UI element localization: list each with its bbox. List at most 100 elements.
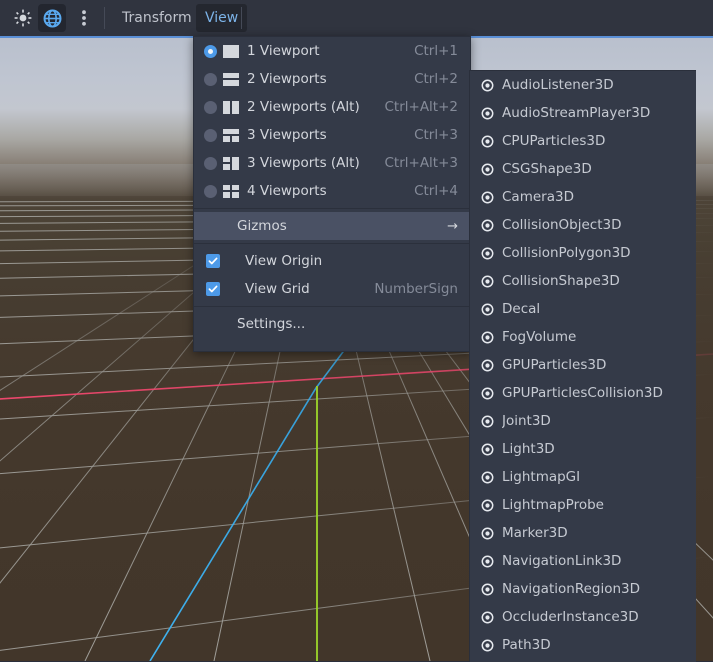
layout-l3-icon [223,156,239,170]
node3d-target-icon [481,331,494,344]
node3d-target-icon [481,415,494,428]
node-list-item-label: Path3D [502,637,551,653]
layout-q4-icon [223,184,239,198]
node-list-item[interactable]: Path3D [470,631,696,659]
node3d-target-icon [481,219,494,232]
node3d-target-icon [481,275,494,288]
menu-item-label: 1 Viewport [247,43,320,59]
node3d-target-icon [481,639,494,652]
node3d-target-icon [481,611,494,624]
menu-item-accel: Ctrl+3 [414,127,458,143]
menu-item-2-viewports-alt[interactable]: 2 Viewports (Alt) Ctrl+Alt+2 [194,93,470,121]
node-list-item[interactable]: OccluderInstance3D [470,603,696,631]
node3d-target-icon [481,247,494,260]
menu-item-accel: NumberSign [374,281,458,297]
viewport-y-axis [316,386,318,661]
node-list-item[interactable]: Camera3D [470,183,696,211]
node-list-item[interactable]: NavigationLink3D [470,547,696,575]
node-list-item-label: CollisionPolygon3D [502,245,631,261]
toolbar-separator [104,7,105,29]
node-list: AudioListener3D AudioStreamPlayer3D CPUPar… [470,71,696,659]
node-list-item[interactable]: LightmapProbe [470,491,696,519]
menu-separator [194,243,470,244]
menu-item-accel: Ctrl+1 [414,43,458,59]
node-list-item[interactable]: CPUParticles3D [470,127,696,155]
node3d-target-icon [481,303,494,316]
node-list-item-label: AudioStreamPlayer3D [502,105,651,121]
node3d-target-icon [481,527,494,540]
menu-item-label: 4 Viewports [247,183,327,199]
node-list-item[interactable]: GPUParticles3D [470,351,696,379]
menu-item-settings[interactable]: Settings... [194,310,470,338]
node-list-item[interactable]: FogVolume [470,323,696,351]
menu-separator [194,208,470,209]
menu-item-view-origin[interactable]: View Origin [194,247,470,275]
menu-item-label: 3 Viewports [247,127,327,143]
globe-world-space-icon[interactable] [38,4,66,32]
radio-unselected-icon [204,156,217,170]
sun-light-icon[interactable] [9,4,37,32]
more-options-vertical-dots-icon[interactable] [70,4,98,32]
node3d-target-icon [481,359,494,372]
node-list-item[interactable]: Joint3D [470,407,696,435]
node-list-item[interactable]: Decal [470,295,696,323]
radio-unselected-icon [204,128,217,142]
node-list-item-label: Light3D [502,441,555,457]
checkbox-checked-icon [206,282,220,296]
menu-item-3-viewports-alt[interactable]: 3 Viewports (Alt) Ctrl+Alt+3 [194,149,470,177]
node-list-item-label: FogVolume [502,329,577,345]
node-list-item-label: LightmapGI [502,469,581,485]
menu-item-gizmos[interactable]: Gizmos → [194,212,470,240]
node3d-target-icon [481,107,494,120]
node-list-item[interactable]: CollisionObject3D [470,211,696,239]
menu-item-3-viewports[interactable]: 3 Viewports Ctrl+3 [194,121,470,149]
menu-item-4-viewports[interactable]: 4 Viewports Ctrl+4 [194,177,470,205]
node3d-target-icon [481,163,494,176]
submenu-arrow-icon: → [447,218,458,234]
menu-item-2-viewports[interactable]: 2 Viewports Ctrl+2 [194,65,470,93]
menu-transform[interactable]: Transform [113,4,201,32]
layout-h2-icon [223,72,239,86]
menu-view[interactable]: View [196,4,248,32]
menu-item-view-grid[interactable]: View Grid NumberSign [194,275,470,303]
node-list-item[interactable]: CollisionShape3D [470,267,696,295]
node-list-item-label: Marker3D [502,525,568,541]
node-list-item-label: GPUParticles3D [502,357,607,373]
node-list-item[interactable]: LightmapGI [470,463,696,491]
node-list-item-label: Decal [502,301,541,317]
node-list-item[interactable]: AudioStreamPlayer3D [470,99,696,127]
node-list-item[interactable]: AudioListener3D [470,71,696,99]
create-node-3d-list-panel[interactable]: AudioListener3D AudioStreamPlayer3D CPUPar… [469,70,696,662]
menu-item-label: 2 Viewports (Alt) [247,99,360,115]
menu-item-label: 3 Viewports (Alt) [247,155,360,171]
node-list-item[interactable]: CollisionPolygon3D [470,239,696,267]
node3d-target-icon [481,79,494,92]
node3d-target-icon [481,555,494,568]
node-list-item-label: CollisionObject3D [502,217,622,233]
node-list-item-label: OccluderInstance3D [502,609,639,625]
menu-item-accel: Ctrl+Alt+3 [384,155,458,171]
node-list-item[interactable]: CSGShape3D [470,155,696,183]
layout-full-icon [223,44,239,58]
node-list-item[interactable]: Marker3D [470,519,696,547]
menu-item-accel: Ctrl+2 [414,71,458,87]
node-list-item-label: Camera3D [502,189,574,205]
node3d-target-icon [481,499,494,512]
node3d-target-icon [481,191,494,204]
radio-unselected-icon [204,184,217,198]
godot-3d-editor-window: Transform View 1 Viewport Ctrl+1 2 Viewp… [0,0,713,662]
node-list-item[interactable]: Light3D [470,435,696,463]
menu-item-label: View Grid [245,281,310,297]
node-list-item[interactable]: GPUParticlesCollision3D [470,379,696,407]
node-list-item[interactable]: NavigationRegion3D [470,575,696,603]
node-list-item-label: CollisionShape3D [502,273,620,289]
radio-selected-icon [204,44,217,58]
menu-item-label: 2 Viewports [247,71,327,87]
node-list-item-label: Joint3D [502,413,551,429]
menu-separator [194,306,470,307]
menu-item-1-viewport[interactable]: 1 Viewport Ctrl+1 [194,37,470,65]
node3d-target-icon [481,387,494,400]
layout-t3-icon [223,128,239,142]
node-list-item-label: GPUParticlesCollision3D [502,385,663,401]
menu-item-label: Gizmos [237,218,287,234]
